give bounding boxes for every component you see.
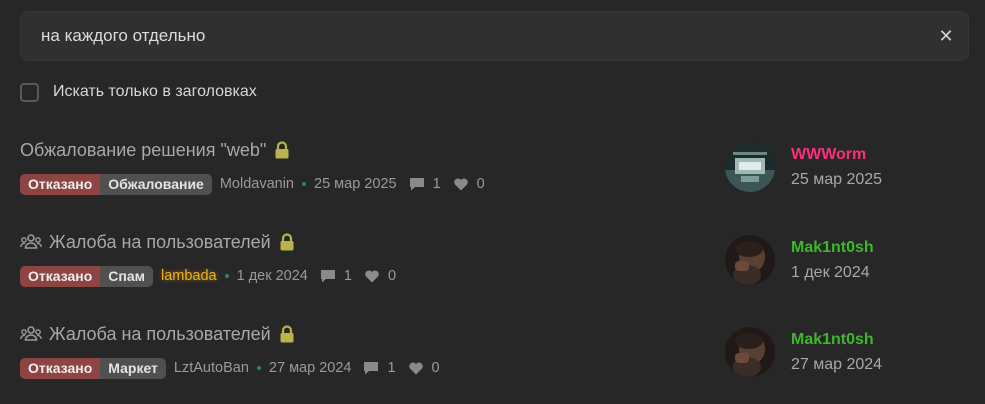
heart-icon (453, 178, 468, 191)
thread-author[interactable]: LztAutoBan (174, 360, 249, 376)
thread-date: 25 мар 2025 (314, 176, 397, 192)
separator-dot (256, 366, 261, 370)
thread-row[interactable]: Жалоба на пользователей Отказано Маркет … (20, 322, 950, 392)
search-box: ✕ (20, 11, 969, 61)
thread-date: 1 дек 2024 (236, 268, 308, 284)
replies-count: 1 (363, 360, 396, 376)
thread-title[interactable]: Жалоба на пользователей (49, 324, 271, 345)
thread-row[interactable]: Обжалование решения "web" Отказано Обжал… (20, 138, 950, 208)
likes-count: 0 (453, 176, 485, 192)
close-icon[interactable]: ✕ (936, 26, 956, 46)
last-post-user[interactable]: Mak1nt0sh (791, 239, 874, 257)
thread-tags: Отказано Спам (20, 265, 153, 287)
comment-icon (364, 362, 379, 375)
avatar[interactable] (725, 142, 775, 192)
heart-icon (365, 270, 379, 283)
thread-title[interactable]: Обжалование решения "web" (20, 140, 266, 161)
avatar[interactable] (725, 327, 775, 377)
last-post: Mak1nt0sh 27 мар 2024 (725, 327, 945, 379)
category-badge: Спам (100, 265, 153, 287)
last-post-date: 25 мар 2025 (791, 171, 883, 188)
group-icon (20, 326, 42, 341)
group-icon (20, 234, 42, 249)
avatar[interactable] (725, 235, 775, 285)
titles-only-label: Искать только в заголовках (53, 83, 257, 100)
thread-tags: Отказано Маркет (20, 357, 166, 379)
replies-count: 1 (409, 176, 441, 192)
last-post-user[interactable]: Mak1nt0sh (791, 331, 874, 349)
last-post-date: 27 мар 2024 (791, 356, 883, 373)
replies-count: 1 (320, 268, 352, 284)
category-badge: Обжалование (100, 173, 212, 195)
separator-dot (224, 274, 229, 278)
thread-title[interactable]: Жалоба на пользователей (49, 232, 271, 253)
last-post: WWWorm 25 мар 2025 (725, 142, 945, 194)
thread-row[interactable]: Жалоба на пользователей Отказано Спам la… (20, 230, 950, 300)
thread-tags: Отказано Обжалование (20, 173, 212, 195)
last-post: Mak1nt0sh 1 дек 2024 (725, 235, 945, 287)
lock-icon (280, 325, 294, 343)
search-input[interactable] (41, 12, 921, 60)
thread-author[interactable]: lambada (161, 268, 217, 284)
likes-count: 0 (364, 268, 396, 284)
status-badge: Отказано (20, 265, 101, 287)
category-badge: Маркет (100, 357, 166, 379)
likes-count: 0 (408, 360, 440, 376)
lock-icon (275, 141, 289, 159)
status-badge: Отказано (20, 173, 101, 195)
heart-icon (408, 362, 423, 375)
separator-dot (302, 182, 307, 186)
comment-icon (409, 178, 424, 191)
titles-only-filter[interactable]: Искать только в заголовках (20, 81, 257, 103)
thread-author[interactable]: Moldavanin (220, 176, 294, 192)
comment-icon (320, 270, 335, 283)
last-post-date: 1 дек 2024 (791, 264, 870, 281)
last-post-user[interactable]: WWWorm (791, 146, 866, 164)
thread-date: 27 мар 2024 (268, 360, 352, 376)
titles-only-checkbox[interactable] (20, 82, 39, 102)
lock-icon (280, 233, 294, 251)
status-badge: Отказано (20, 357, 101, 379)
